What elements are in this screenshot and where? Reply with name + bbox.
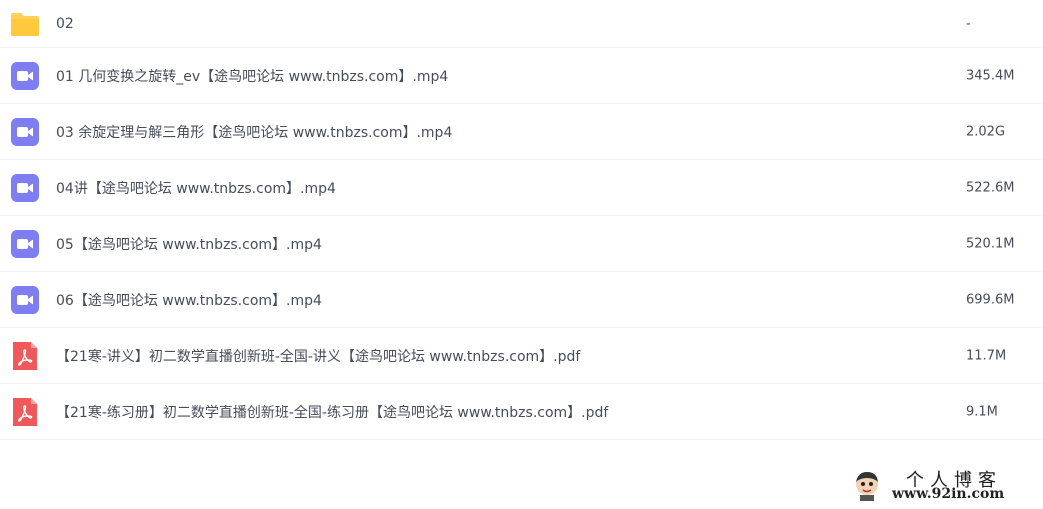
pdf-icon [13, 397, 37, 426]
file-row-video[interactable]: 04讲【途鸟吧论坛 www.tnbzs.com】.mp4 522.6M [0, 160, 1043, 216]
video-icon [11, 117, 39, 146]
file-size: 2.02G [966, 124, 1006, 139]
file-size: 345.4M [966, 68, 1015, 83]
file-size: 699.6M [966, 292, 1015, 307]
file-name[interactable]: 05【途鸟吧论坛 www.tnbzs.com】.mp4 [56, 234, 322, 254]
video-icon [11, 285, 39, 314]
file-row-pdf[interactable]: 【21寒-讲义】初二数学直播创新班-全国-讲义【途鸟吧论坛 www.tnbzs.… [0, 328, 1043, 384]
file-name[interactable]: 【21寒-讲义】初二数学直播创新班-全国-讲义【途鸟吧论坛 www.tnbzs.… [56, 346, 580, 366]
file-size: 11.7M [966, 348, 1007, 363]
file-name[interactable]: 04讲【途鸟吧论坛 www.tnbzs.com】.mp4 [56, 178, 336, 198]
file-row-pdf[interactable]: 【21寒-练习册】初二数学直播创新班-全国-练习册【途鸟吧论坛 www.tnbz… [0, 384, 1043, 440]
watermark-url: www.92in.com [892, 486, 1005, 502]
file-size: 520.1M [966, 236, 1015, 251]
file-name[interactable]: 【21寒-练习册】初二数学直播创新班-全国-练习册【途鸟吧论坛 www.tnbz… [56, 402, 608, 422]
video-icon [11, 173, 39, 202]
video-icon [11, 229, 39, 258]
file-name[interactable]: 01 几何变换之旋转_ev【途鸟吧论坛 www.tnbzs.com】.mp4 [56, 66, 448, 86]
file-size: 522.6M [966, 180, 1015, 195]
file-row-video[interactable]: 06【途鸟吧论坛 www.tnbzs.com】.mp4 699.6M [0, 272, 1043, 328]
file-name[interactable]: 06【途鸟吧论坛 www.tnbzs.com】.mp4 [56, 290, 322, 310]
file-row-video[interactable]: 01 几何变换之旋转_ev【途鸟吧论坛 www.tnbzs.com】.mp4 3… [0, 48, 1043, 104]
file-size: 9.1M [966, 404, 998, 419]
folder-icon [11, 12, 39, 36]
file-row-video[interactable]: 05【途鸟吧论坛 www.tnbzs.com】.mp4 520.1M [0, 216, 1043, 272]
avatar-icon [856, 472, 878, 501]
file-name[interactable]: 03 余旋定理与解三角形【途鸟吧论坛 www.tnbzs.com】.mp4 [56, 122, 452, 142]
file-size: - [966, 16, 971, 31]
pdf-icon [13, 341, 37, 370]
video-icon [11, 61, 39, 90]
watermark: 个人博客 www.92in.com [848, 466, 1038, 506]
file-row-video[interactable]: 03 余旋定理与解三角形【途鸟吧论坛 www.tnbzs.com】.mp4 2.… [0, 104, 1043, 160]
file-row-folder[interactable]: 02 - [0, 0, 1043, 48]
file-name[interactable]: 02 [56, 16, 74, 32]
file-list: 02 - 01 几何变换之旋转_ev【途鸟吧论坛 www.tnbzs.com】.… [0, 0, 1043, 440]
